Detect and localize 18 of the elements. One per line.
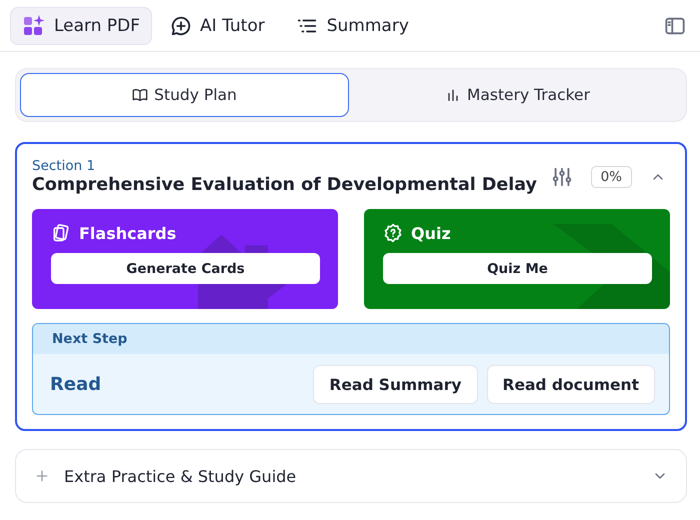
view-tab[interactable]: Mastery Tracker [353, 73, 682, 117]
nav-tab[interactable]: Learn PDF [10, 6, 152, 44]
card-title: Flashcards [79, 224, 176, 242]
generate-button[interactable]: Generate Cards [51, 253, 320, 284]
read-button[interactable]: Read Summary [313, 365, 478, 404]
section-title: Comprehensive Evaluation of Developmental Delay [32, 175, 537, 195]
card-title: Quiz [411, 224, 451, 242]
next-step-label: Read [50, 374, 102, 395]
next-step-header: Next Step [33, 324, 669, 354]
view-tab[interactable]: Study Plan [20, 73, 349, 117]
nav-tab[interactable]: AI Tutor [158, 6, 277, 44]
nav-tab[interactable]: Summary [282, 6, 421, 44]
read-button[interactable]: Read document [486, 365, 655, 404]
section-label: Section 1 [32, 158, 96, 174]
progress-badge: 0% [590, 166, 632, 188]
quiz-button[interactable]: Quiz Me [383, 253, 652, 284]
accordion-row[interactable]: Extra Practice & Study Guide [15, 449, 687, 503]
accordion-title: Extra Practice & Study Guide [64, 466, 298, 486]
